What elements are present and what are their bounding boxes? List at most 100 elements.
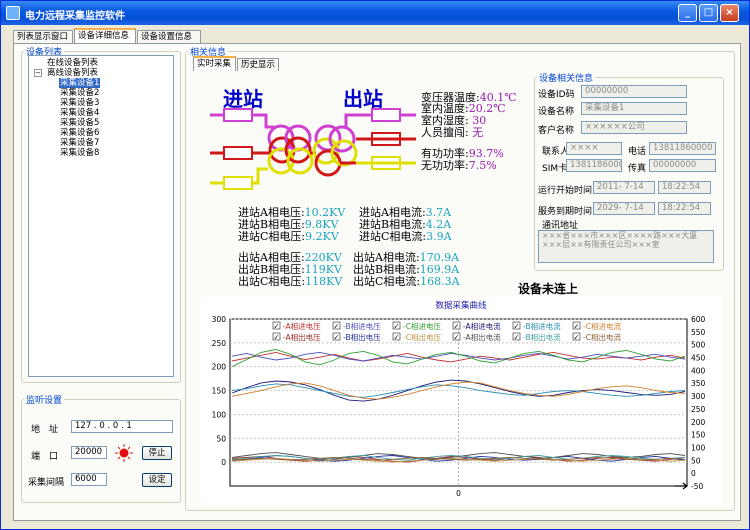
y-right-tick: 350: [691, 379, 706, 388]
tree-device-2[interactable]: 采集设备2: [60, 88, 99, 98]
phone-field[interactable]: 13811860000: [649, 142, 716, 155]
data-chart: 数据采集曲线 0 50 100 150 200 250 300 -50 0 50 100 150 200…: [201, 297, 721, 503]
tree-collapse-icon[interactable]: −: [34, 69, 42, 77]
legend-label: -A相进电流: [463, 321, 501, 331]
legend-label: -A相出电压: [283, 332, 321, 342]
out-voltage-c: 出站C相电压:118KV: [238, 275, 343, 288]
set-interval-button[interactable]: 设定: [142, 473, 172, 487]
y-right-tick: 250: [691, 405, 706, 414]
transformer-diagram: [210, 108, 416, 190]
start-time-label: 运行开始时间: [538, 186, 593, 196]
out-voltage-a: 出站A相电压:220KV: [238, 251, 342, 264]
y-right-tick: 550: [691, 328, 706, 337]
tree-offline-devices[interactable]: 离线设备列表: [47, 68, 98, 78]
status-lamp-icon: [115, 444, 133, 462]
monitor-settings-legend: 监听设置: [26, 396, 63, 406]
title-bar[interactable]: 电力远程采集监控软件 _ □ ×: [1, 1, 749, 25]
y-right-tick: 150: [691, 431, 706, 440]
in-voltage-c: 进站C相电压:9.2KV: [238, 230, 339, 243]
tab-realtime[interactable]: 实时采集: [193, 56, 236, 71]
contact-field[interactable]: ××××: [566, 142, 622, 155]
out-current-a: 出站A相电流:170.9A: [353, 251, 460, 264]
tree-device-7[interactable]: 采集设备7: [60, 138, 99, 148]
y-right-tick: 450: [691, 354, 706, 363]
sim-field[interactable]: 13811860000: [566, 159, 622, 172]
legend-check-mark: ✓: [514, 323, 520, 331]
device-id-label: 设备ID码: [538, 90, 575, 100]
ip-address-input[interactable]: 127 . 0 . 0 . 1: [71, 420, 173, 433]
interval-input[interactable]: 6000: [71, 473, 107, 486]
y-right-tick: 200: [691, 418, 706, 427]
legend-check-mark: ✓: [454, 334, 460, 342]
intrusion-value: 无: [472, 126, 484, 139]
device-name-field[interactable]: 采集设备1: [581, 102, 687, 115]
y-left-tick: 300: [212, 315, 227, 324]
legend-check-mark: ✓: [274, 323, 280, 331]
chart-svg: 0 50 100 150 200 250 300 -50 0 50 100 150 200 250 300 3…: [212, 315, 706, 498]
tree-device-5[interactable]: 采集设备5: [60, 118, 99, 128]
end-date-picker[interactable]: 2029- 7-14: [593, 202, 655, 215]
tab-history[interactable]: 历史显示: [237, 58, 279, 71]
in-voltage-b: 进站B相电压:9.8KV: [238, 218, 339, 231]
legend-check-mark: ✓: [394, 334, 400, 342]
window-title: 电力远程采集监控软件: [25, 11, 125, 22]
legend-label: -B相出电流: [523, 332, 561, 342]
legend-check-mark: ✓: [454, 323, 460, 331]
y-left-tick: 50: [216, 434, 226, 443]
legend-label: -C相出电压: [403, 332, 441, 342]
tab-list-view[interactable]: 列表显示窗口: [13, 30, 73, 43]
app-icon: [6, 6, 20, 20]
legend-label: -C相出电流: [583, 332, 621, 342]
fax-label: 传真: [628, 164, 647, 174]
y-right-tick: 100: [691, 443, 706, 452]
room-temp: 室内温度:20.2℃: [421, 102, 506, 115]
tab-device-settings[interactable]: 设备设置信息: [137, 30, 201, 43]
port-input[interactable]: 20000: [71, 446, 107, 459]
x-tick: 0: [456, 489, 461, 498]
stop-button[interactable]: 停止: [142, 446, 172, 460]
y-right-tick: 300: [691, 392, 706, 401]
in-current-a: 进站A相电流:3.7A: [359, 206, 452, 219]
customer-field[interactable]: ××××××公司: [581, 121, 687, 134]
minimize-button[interactable]: _: [678, 4, 697, 22]
tree-device-1[interactable]: 采集设备1: [59, 78, 101, 88]
legend-check-mark: ✓: [514, 334, 520, 342]
y-left-tick: 150: [212, 387, 227, 396]
maximize-button[interactable]: □: [699, 4, 718, 22]
device-name-label: 设备名称: [538, 107, 575, 117]
legend-check-mark: ✓: [334, 334, 340, 342]
legend-label: -B相进电流: [523, 321, 561, 331]
address-textarea[interactable]: ×××省×××市×××区××××路×××大厦×××层××有限责任公司×××室: [538, 230, 714, 263]
fax-field[interactable]: 00000000: [649, 159, 716, 172]
start-time-picker[interactable]: 18:22:54: [658, 181, 711, 194]
device-id-field[interactable]: 00000000: [581, 85, 687, 98]
active-power: 有功功率:93.7%: [421, 147, 504, 160]
y-left-tick: 0: [221, 458, 226, 467]
device-tree[interactable]: 在线设备列表 − 离线设备列表 采集设备1 采集设备2 采集设备3 采集设备4 …: [28, 55, 174, 377]
y-left-tick: 100: [212, 410, 227, 419]
tree-online-devices[interactable]: 在线设备列表: [47, 58, 98, 68]
legend-check-mark: ✓: [574, 323, 580, 331]
legend-label: -B相进电压: [343, 321, 381, 331]
tree-device-4[interactable]: 采集设备4: [60, 108, 99, 118]
main-window: 电力远程采集监控软件 _ □ × 列表显示窗口 设备详细信息 设备设置信息 设备…: [0, 0, 750, 530]
y-right-tick: 50: [691, 456, 701, 465]
in-current-b: 进站B相电流:4.2A: [359, 218, 452, 231]
legend-label: -C相进电压: [403, 321, 441, 331]
end-time-picker[interactable]: 18:22:54: [658, 202, 711, 215]
in-current-c: 进站C相电流:3.9A: [359, 230, 452, 243]
legend-label: -C相进电流: [583, 321, 621, 331]
tree-device-3[interactable]: 采集设备3: [60, 98, 99, 108]
close-button[interactable]: ×: [720, 4, 739, 22]
tab-device-detail[interactable]: 设备详细信息: [74, 28, 136, 43]
tree-device-6[interactable]: 采集设备6: [60, 128, 99, 138]
tree-device-8[interactable]: 采集设备8: [60, 148, 99, 158]
start-date-picker[interactable]: 2011- 7-14: [593, 181, 655, 194]
y-left-tick: 200: [212, 363, 227, 372]
legend-label: -B相出电压: [343, 332, 381, 342]
interval-label: 采集间隔: [28, 478, 65, 488]
in-voltage-a: 进站A相电压:10.2KV: [238, 206, 346, 219]
address-label: 地 址: [31, 425, 59, 435]
device-info-legend: 设备相关信息: [539, 74, 594, 84]
out-current-b: 出站B相电流:169.9A: [353, 263, 460, 276]
